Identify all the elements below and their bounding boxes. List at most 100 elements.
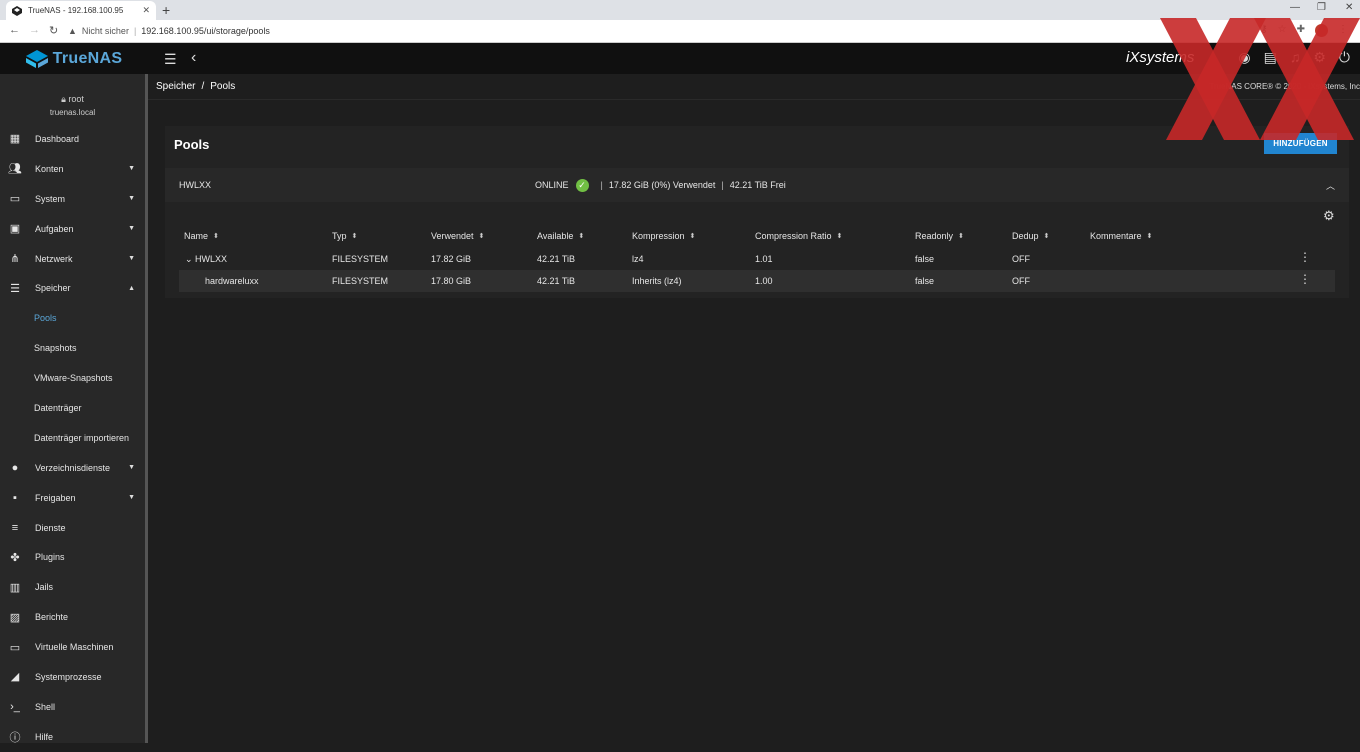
close-window-button[interactable]: ✕	[1345, 2, 1353, 13]
browser-tab[interactable]: TrueNAS - 192.168.100.95 ✕	[6, 1, 156, 20]
pool-free: 42.21 TiB Frei	[729, 180, 786, 190]
collapse-sidebar-icon[interactable]: ‹	[191, 49, 196, 67]
sort-icon: ⬍	[689, 233, 696, 240]
caret-down-icon: ▼	[128, 195, 135, 203]
cell-ratio: 1.01	[755, 254, 773, 264]
browser-extension-icons: ⚷ ☆ ✚ ⋮	[1260, 24, 1348, 37]
caret-down-icon: ▼	[128, 464, 135, 472]
sidebar-item-shell[interactable]: ›_ Shell	[0, 692, 145, 722]
stat-separator: |	[721, 180, 724, 190]
back-arrow-icon[interactable]: ←	[9, 24, 20, 36]
sort-icon: ⬍	[213, 233, 219, 240]
sidebar-subitem-import-disk[interactable]: Datenträger importieren	[0, 423, 145, 453]
url-text: 192.168.100.95/ui/storage/pools	[141, 26, 270, 36]
menu-toggle-icon[interactable]: ☰	[164, 51, 177, 68]
row-more-icon[interactable]: ⋮	[1299, 250, 1311, 264]
caret-down-icon: ▼	[128, 165, 135, 173]
column-header-comments[interactable]: Kommentare ⬍	[1090, 231, 1152, 241]
calendar-icon: ▣	[9, 223, 21, 236]
maximize-button[interactable]: ❐	[1317, 2, 1326, 13]
key-icon[interactable]: ⚷	[1260, 24, 1267, 37]
sort-icon: ⬍	[351, 233, 358, 240]
sidebar-item-systemprozesse[interactable]: ◢ Systemprozesse	[0, 662, 145, 692]
sidebar-subitem-pools[interactable]: Pools	[0, 303, 145, 333]
cell-readonly: false	[915, 276, 935, 286]
sidebar-item-berichte[interactable]: ▨ Berichte	[0, 602, 145, 632]
new-tab-button[interactable]: +	[162, 2, 170, 18]
sidebar-item-netzwerk[interactable]: ⋔ Netzwerk ▼	[0, 244, 145, 274]
sidebar-item-konten[interactable]: 👥︎ Konten ▼	[0, 154, 145, 184]
security-label: Nicht sicher	[81, 26, 129, 36]
power-icon[interactable]: ⏻	[1339, 49, 1350, 66]
column-header-readonly[interactable]: Readonly ⬍	[915, 231, 964, 241]
column-header-name[interactable]: Name ⬍	[184, 231, 219, 241]
sort-icon: ⬍	[1146, 233, 1153, 240]
sidebar-item-freigaben[interactable]: ▪ Freigaben ▼	[0, 483, 145, 513]
add-pool-button[interactable]: HINZUFÜGEN	[1264, 133, 1337, 154]
column-header-type[interactable]: Typ ⬍	[332, 231, 357, 241]
sidebar-item-virtuelle-maschinen[interactable]: ▭ Virtuelle Maschinen	[0, 632, 145, 662]
minimize-button[interactable]: —	[1290, 2, 1300, 13]
caret-down-icon: ▼	[128, 494, 135, 502]
cell-ratio: 1.00	[755, 276, 773, 286]
row-more-icon[interactable]: ⋮	[1299, 272, 1311, 286]
browser-menu-icon[interactable]: ⋮	[1338, 24, 1348, 37]
bookmark-star-icon[interactable]: ☆	[1278, 24, 1287, 37]
sidebar-item-jails[interactable]: ▥ Jails	[0, 572, 145, 602]
sidebar-subitem-snapshots[interactable]: Snapshots	[0, 333, 145, 363]
sidebar-item-dienste[interactable]: ≡ Dienste	[0, 513, 145, 543]
settings-gear-icon[interactable]: ⚙	[1313, 49, 1326, 66]
table-settings-gear-icon[interactable]: ⚙	[1323, 208, 1335, 224]
chevron-up-icon[interactable]: ︿	[1326, 179, 1335, 192]
sidebar: 🔒︎ root truenas.local ▦ Dashboard 👥︎ Konte…	[0, 74, 145, 744]
column-header-available[interactable]: Available ⬍	[537, 231, 584, 241]
sidebar-item-hilfe[interactable]: ⓘ Hilfe	[0, 722, 145, 752]
truenas-logo-icon	[25, 49, 48, 68]
truecommand-icon[interactable]: ◉	[1238, 49, 1250, 66]
host-name: truenas.local	[49, 108, 96, 117]
pool-status: ONLINE	[535, 180, 569, 190]
tab-title: TrueNAS - 192.168.100.95	[28, 6, 124, 15]
sidebar-subitem-vmware-snapshots[interactable]: VMware-Snapshots	[0, 363, 145, 393]
sidebar-item-dashboard[interactable]: ▦ Dashboard	[0, 124, 145, 154]
address-field[interactable]: ▲ Nicht sicher | 192.168.100.95/ui/stora…	[68, 22, 1268, 40]
clipboard-icon[interactable]: ▤	[1264, 49, 1277, 66]
truenas-logo[interactable]: TrueNAS	[0, 43, 148, 74]
services-icon: ≡	[11, 521, 19, 534]
sidebar-item-plugins[interactable]: ✤ Plugins	[0, 542, 145, 572]
column-header-used[interactable]: Verwendet ⬍	[431, 231, 484, 241]
cell-compression: Inherits (lz4)	[632, 276, 682, 286]
forward-arrow-icon[interactable]: →	[29, 24, 40, 36]
extensions-icon[interactable]: ✚	[1297, 24, 1305, 37]
expand-chevron-icon[interactable]: ⌄	[185, 254, 193, 265]
cell-type: FILESYSTEM	[332, 254, 389, 264]
sidebar-subitem-disks[interactable]: Datenträger	[0, 393, 145, 423]
shares-icon: ▪	[13, 491, 17, 504]
sidebar-item-speicher[interactable]: ☰ Speicher ▲	[0, 273, 145, 303]
storage-icon: ☰	[10, 282, 20, 295]
caret-down-icon: ▼	[128, 225, 135, 233]
table-row[interactable]: hardwareluxx FILESYSTEM 17.80 GiB 42.21 …	[179, 270, 1335, 292]
sidebar-item-system[interactable]: ▭ System ▼	[0, 184, 145, 214]
shell-icon: ›_	[10, 700, 20, 713]
tab-close-icon[interactable]: ✕	[142, 5, 150, 16]
cell-available: 42.21 TiB	[537, 276, 576, 286]
notification-bell-icon[interactable]: ♫	[1290, 49, 1301, 66]
sidebar-scrollbar[interactable]	[145, 74, 148, 743]
breadcrumb: Speicher / Pools	[148, 74, 1360, 100]
pool-header[interactable]: HWLXX ONLINE ✓ | 17.82 GiB (0%) Verwende…	[165, 168, 1349, 202]
breadcrumb-parent[interactable]: Speicher	[156, 81, 195, 92]
help-icon: ⓘ	[9, 731, 21, 744]
sort-icon: ⬍	[578, 233, 585, 240]
column-header-compression[interactable]: Kompression ⬍	[632, 231, 695, 241]
column-header-dedup[interactable]: Dedup ⬍	[1012, 231, 1049, 241]
column-header-compression-ratio[interactable]: Compression Ratio ⬍	[755, 231, 842, 241]
ixsystems-logo[interactable]: iXsystems	[1126, 49, 1194, 66]
dashboard-icon: ▦	[9, 133, 21, 146]
sidebar-item-aufgaben[interactable]: ▣ Aufgaben ▼	[0, 214, 145, 244]
profile-avatar-icon[interactable]	[1315, 24, 1328, 37]
sidebar-item-verzeichnisdienste[interactable]: ● Verzeichnisdienste ▼	[0, 453, 145, 483]
reload-icon[interactable]: ↻	[49, 24, 58, 37]
table-row[interactable]: ⌄ HWLXX FILESYSTEM 17.82 GiB 42.21 TiB l…	[179, 248, 1335, 270]
sort-icon: ⬍	[958, 233, 964, 240]
